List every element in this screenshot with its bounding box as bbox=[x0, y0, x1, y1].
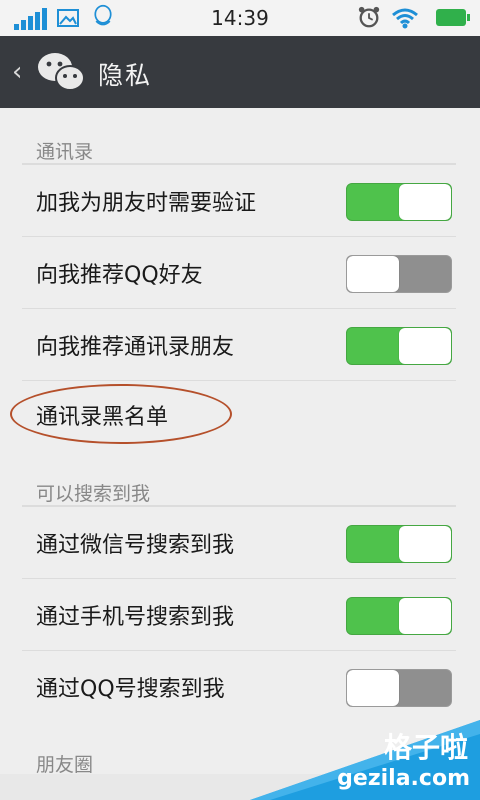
battery-icon bbox=[436, 9, 470, 26]
section-title-moments: 朋友圈 bbox=[36, 754, 94, 776]
setting-label: 向我推荐通讯录朋友 bbox=[36, 335, 235, 360]
app-header: ‹ 隐私 bbox=[0, 36, 480, 108]
toggle-switch-on[interactable] bbox=[346, 597, 452, 635]
section-title-contacts: 通讯录 bbox=[36, 141, 94, 163]
setting-search-by-qq[interactable]: 通过QQ号搜索到我 bbox=[0, 651, 480, 723]
wifi-icon bbox=[392, 8, 418, 29]
setting-verify-friend[interactable]: 加我为朋友时需要验证 bbox=[0, 165, 480, 237]
setting-search-by-wechat-id[interactable]: 通过微信号搜索到我 bbox=[0, 507, 480, 579]
toggle-switch-on[interactable] bbox=[346, 327, 452, 365]
setting-label: 加我为朋友时需要验证 bbox=[36, 191, 257, 216]
chevron-left-icon[interactable]: ‹ bbox=[12, 58, 26, 86]
section-title-searchable: 可以搜索到我 bbox=[36, 483, 151, 505]
setting-label: 通过手机号搜索到我 bbox=[36, 605, 235, 630]
toggle-switch-on[interactable] bbox=[346, 525, 452, 563]
watermark-url: gezila.com bbox=[337, 766, 470, 791]
setting-label: 通过微信号搜索到我 bbox=[36, 533, 235, 558]
page-title: 隐私 bbox=[98, 61, 153, 90]
setting-label: 通过QQ号搜索到我 bbox=[36, 677, 225, 702]
status-bar: 14:39 bbox=[0, 0, 480, 36]
setting-label: 向我推荐QQ好友 bbox=[36, 263, 203, 288]
wechat-logo-icon bbox=[38, 53, 85, 91]
highlight-annotation bbox=[10, 384, 232, 444]
setting-recommend-contacts[interactable]: 向我推荐通讯录朋友 bbox=[0, 309, 480, 381]
alarm-icon bbox=[358, 6, 380, 28]
setting-recommend-qq-friends[interactable]: 向我推荐QQ好友 bbox=[0, 237, 480, 309]
watermark-brand: 格子啦 bbox=[383, 731, 468, 764]
toggle-switch-off[interactable] bbox=[346, 255, 452, 293]
watermark: 格子啦 gezila.com bbox=[250, 720, 480, 800]
toggle-switch-off[interactable] bbox=[346, 669, 452, 707]
toggle-switch-on[interactable] bbox=[346, 183, 452, 221]
setting-search-by-phone[interactable]: 通过手机号搜索到我 bbox=[0, 579, 480, 651]
